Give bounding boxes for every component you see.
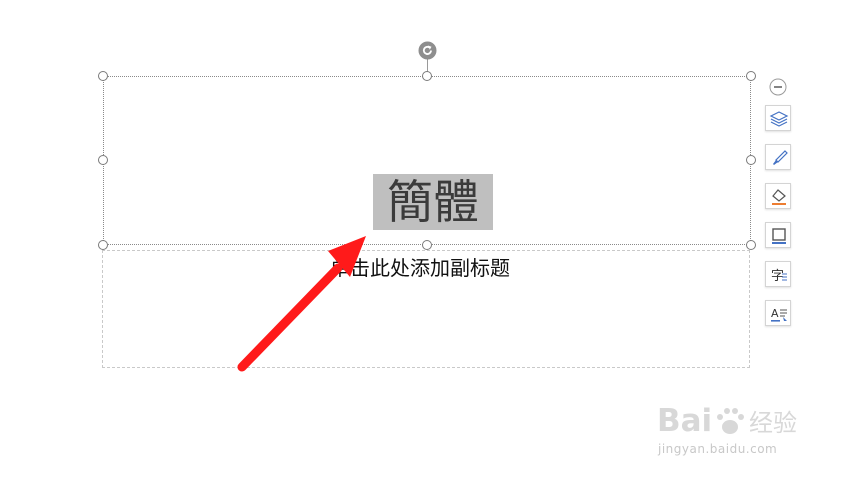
baidu-jingyan-watermark-logo: Bai 经验 bbox=[657, 403, 797, 439]
svg-text:Bai: Bai bbox=[657, 403, 712, 439]
watermark-url: jingyan.baidu.com bbox=[658, 442, 778, 456]
svg-text:经验: 经验 bbox=[749, 409, 797, 437]
slide-canvas[interactable]: 单击此处添加副标题 簡體 字 A Bai 经验 jingyan.baidu.co… bbox=[0, 0, 859, 479]
